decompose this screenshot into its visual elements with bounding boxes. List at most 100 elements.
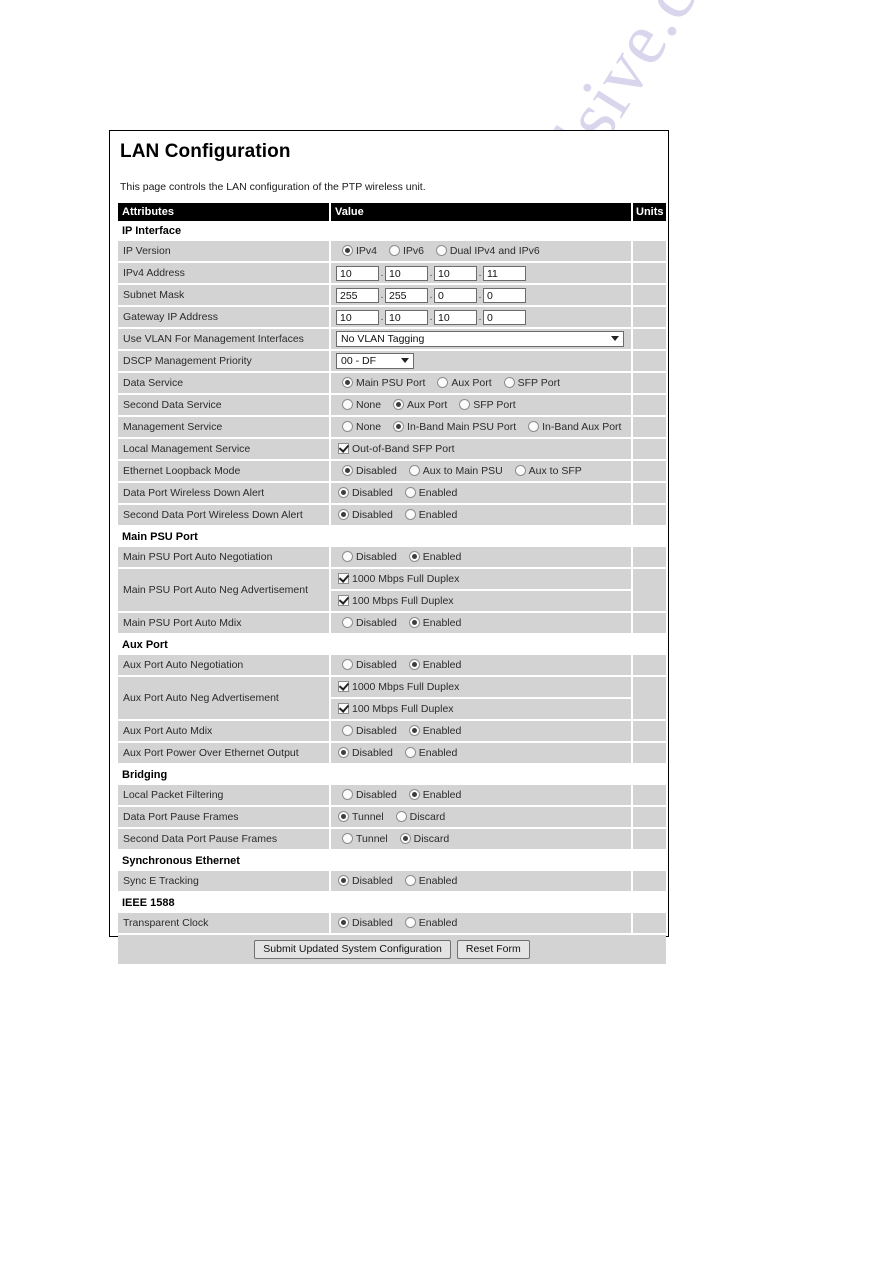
radio-icon[interactable]: [435, 245, 447, 256]
radio-option-disabled[interactable]: Disabled: [338, 875, 393, 887]
radio-icon[interactable]: [338, 747, 349, 758]
radio-option-disabled[interactable]: Disabled: [338, 487, 393, 499]
radio-icon[interactable]: [342, 399, 353, 410]
radio-icon[interactable]: [338, 509, 349, 520]
radio-option-aux-to-sfp[interactable]: Aux to SFP: [514, 465, 582, 477]
radio-option-disabled[interactable]: Disabled: [342, 465, 397, 477]
radio-option-enabled[interactable]: Enabled: [408, 789, 461, 801]
ipv4-octet-1-input[interactable]: 10: [336, 265, 379, 281]
chevron-down-icon[interactable]: [611, 336, 619, 341]
radio-icon[interactable]: [342, 789, 353, 800]
radio-option-enabled[interactable]: Enabled: [408, 725, 461, 737]
radio-option-enabled[interactable]: Enabled: [408, 659, 461, 671]
checkbox-option-1000-mbps-full-duplex[interactable]: 1000 Mbps Full Duplex: [338, 681, 459, 693]
radio-icon[interactable]: [342, 245, 353, 256]
radio-icon[interactable]: [404, 747, 416, 758]
checkbox-icon[interactable]: [338, 443, 349, 454]
radio-icon[interactable]: [399, 833, 411, 844]
radio-option-none[interactable]: None: [342, 421, 381, 433]
radio-icon[interactable]: [404, 487, 416, 498]
radio-icon[interactable]: [404, 917, 416, 928]
radio-icon[interactable]: [408, 789, 420, 800]
radio-icon[interactable]: [388, 245, 400, 256]
radio-option-disabled[interactable]: Disabled: [342, 725, 397, 737]
radio-icon[interactable]: [342, 659, 353, 670]
radio-option-ipv6[interactable]: IPv6: [388, 245, 424, 257]
radio-option-main-psu-port[interactable]: Main PSU Port: [342, 377, 425, 389]
radio-icon[interactable]: [338, 811, 349, 822]
radio-icon[interactable]: [408, 659, 420, 670]
radio-option-disabled[interactable]: Disabled: [338, 917, 393, 929]
radio-option-discard[interactable]: Discard: [399, 833, 449, 845]
radio-option-in-band-aux-port[interactable]: In-Band Aux Port: [528, 421, 621, 433]
checkbox-icon[interactable]: [338, 573, 349, 584]
radio-icon[interactable]: [342, 833, 353, 844]
radio-icon[interactable]: [404, 509, 416, 520]
gateway-octet-2-input[interactable]: 10: [385, 309, 428, 325]
radio-option-enabled[interactable]: Enabled: [404, 747, 457, 759]
radio-icon[interactable]: [338, 917, 349, 928]
ipv4-octet-3-input[interactable]: 10: [434, 265, 477, 281]
ipv4-octet-4-input[interactable]: 11: [483, 265, 526, 281]
subnet-octet-1-input[interactable]: 255: [336, 287, 379, 303]
gateway-octet-3-input[interactable]: 10: [434, 309, 477, 325]
radio-option-enabled[interactable]: Enabled: [408, 617, 461, 629]
radio-option-enabled[interactable]: Enabled: [404, 487, 457, 499]
radio-option-disabled[interactable]: Disabled: [338, 747, 393, 759]
checkbox-option-1000-mbps-full-duplex[interactable]: 1000 Mbps Full Duplex: [338, 573, 459, 585]
radio-option-sfp-port[interactable]: SFP Port: [503, 377, 560, 389]
radio-icon[interactable]: [393, 399, 405, 410]
checkbox-option-100-mbps-full-duplex[interactable]: 100 Mbps Full Duplex: [338, 595, 454, 607]
radio-icon[interactable]: [437, 377, 449, 388]
radio-option-ipv4[interactable]: IPv4: [342, 245, 377, 257]
radio-option-enabled[interactable]: Enabled: [404, 509, 457, 521]
radio-option-disabled[interactable]: Disabled: [342, 551, 397, 563]
radio-option-tunnel[interactable]: Tunnel: [342, 833, 388, 845]
radio-icon[interactable]: [342, 617, 353, 628]
radio-option-enabled[interactable]: Enabled: [404, 917, 457, 929]
radio-option-enabled[interactable]: Enabled: [404, 875, 457, 887]
submit-updated-system-configuration-button[interactable]: Submit Updated System Configuration: [254, 939, 451, 959]
radio-icon[interactable]: [514, 465, 526, 476]
radio-icon[interactable]: [338, 875, 349, 886]
ipv4-octet-2-input[interactable]: 10: [385, 265, 428, 281]
chevron-down-icon[interactable]: [401, 358, 409, 363]
checkbox-option-100-mbps-full-duplex[interactable]: 100 Mbps Full Duplex: [338, 703, 454, 715]
checkbox-icon[interactable]: [338, 703, 349, 714]
radio-option-dual[interactable]: Dual IPv4 and IPv6: [435, 245, 540, 257]
radio-icon[interactable]: [395, 811, 407, 822]
gateway-octet-4-input[interactable]: 0: [483, 309, 526, 325]
reset-form-button[interactable]: Reset Form: [456, 939, 530, 959]
radio-option-disabled[interactable]: Disabled: [342, 617, 397, 629]
gateway-octet-1-input[interactable]: 10: [336, 309, 379, 325]
subnet-octet-3-input[interactable]: 0: [434, 287, 477, 303]
radio-option-aux-port[interactable]: Aux Port: [393, 399, 447, 411]
radio-option-disabled[interactable]: Disabled: [342, 659, 397, 671]
radio-option-tunnel[interactable]: Tunnel: [338, 811, 384, 823]
subnet-octet-2-input[interactable]: 255: [385, 287, 428, 303]
radio-option-none[interactable]: None: [342, 399, 381, 411]
radio-icon[interactable]: [342, 725, 353, 736]
radio-icon[interactable]: [408, 465, 420, 476]
radio-icon[interactable]: [404, 875, 416, 886]
radio-option-aux-port[interactable]: Aux Port: [437, 377, 492, 389]
checkbox-icon[interactable]: [338, 681, 349, 692]
radio-icon[interactable]: [393, 421, 405, 432]
radio-icon[interactable]: [503, 377, 515, 388]
radio-icon[interactable]: [528, 421, 540, 432]
radio-option-aux-to-main-psu[interactable]: Aux to Main PSU: [408, 465, 503, 477]
radio-icon[interactable]: [459, 399, 471, 410]
radio-option-discard[interactable]: Discard: [395, 811, 445, 823]
radio-option-sfp-port[interactable]: SFP Port: [459, 399, 516, 411]
radio-option-disabled[interactable]: Disabled: [342, 789, 397, 801]
radio-icon[interactable]: [342, 377, 353, 388]
radio-icon[interactable]: [342, 421, 353, 432]
subnet-octet-4-input[interactable]: 0: [483, 287, 526, 303]
radio-icon[interactable]: [408, 551, 420, 562]
dscp-priority-select[interactable]: 00 - DF: [336, 353, 414, 369]
checkbox-icon[interactable]: [338, 595, 349, 606]
radio-icon[interactable]: [338, 487, 349, 498]
radio-icon[interactable]: [408, 725, 420, 736]
radio-option-disabled[interactable]: Disabled: [338, 509, 393, 521]
radio-icon[interactable]: [342, 551, 353, 562]
